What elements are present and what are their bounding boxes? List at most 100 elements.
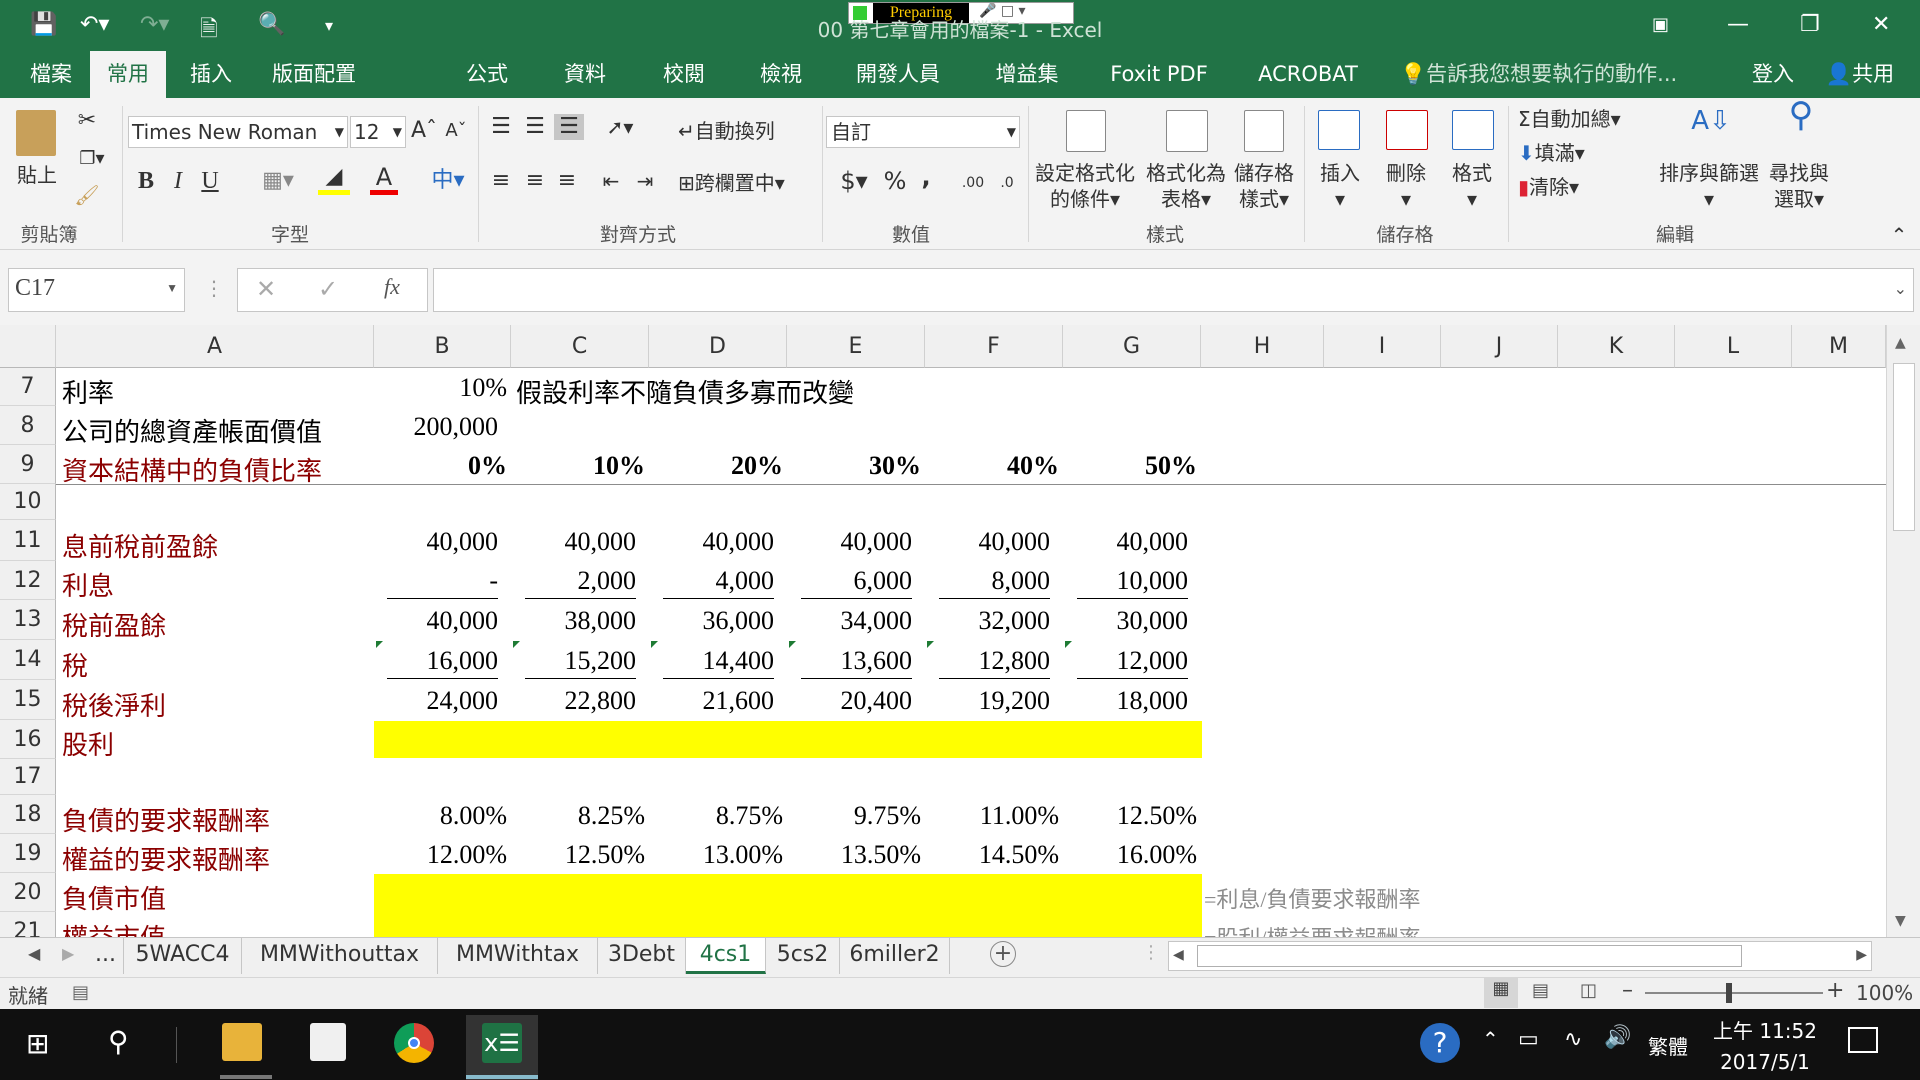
number-format-select[interactable]: 自訂 ▼ (826, 116, 1020, 148)
page-layout-view-icon[interactable]: ▤ (1532, 980, 1549, 1001)
column-header[interactable]: H (1201, 325, 1324, 368)
cut-icon[interactable]: ✂ (72, 108, 102, 134)
login-link[interactable]: 登入 (1748, 51, 1798, 98)
find-select-button[interactable]: 尋找與 選取▾ (1764, 160, 1834, 212)
cell-c18[interactable]: 8.25% (511, 801, 645, 831)
orientation-icon[interactable]: ➚▾ (600, 114, 640, 140)
ime-language[interactable]: 繁體 (1648, 1031, 1688, 1060)
format-cells-button[interactable]: 格式 ▾ (1444, 160, 1500, 212)
scroll-thumb[interactable] (1893, 363, 1915, 531)
row-header[interactable]: 7 (0, 368, 56, 406)
row-header[interactable]: 20 (0, 873, 56, 912)
grow-font-icon[interactable]: Aˆ (410, 118, 438, 144)
tab-foxit-pdf[interactable]: Foxit PDF (1106, 51, 1212, 98)
cell-b14[interactable]: 16,000 (374, 646, 499, 676)
row-header[interactable]: 8 (0, 406, 56, 445)
customize-qat-icon[interactable]: ▾ (325, 16, 333, 35)
cell-g14[interactable]: 12,000 (1063, 646, 1189, 676)
sheet-tab-more[interactable]: ... (88, 938, 124, 974)
tab-home[interactable]: 常用 (90, 51, 166, 98)
sheet-tab[interactable]: 3Debt (598, 938, 686, 974)
cell-d13[interactable]: 36,000 (649, 606, 775, 636)
row-header[interactable]: 21 (0, 912, 56, 937)
scroll-thumb[interactable] (1197, 945, 1742, 967)
cell-f12[interactable]: 8,000 (925, 566, 1051, 596)
phonetic-button[interactable]: 中▾ (428, 168, 468, 194)
percent-button[interactable]: % (880, 168, 910, 194)
cell-b15[interactable]: 24,000 (374, 686, 499, 716)
save-icon[interactable]: 💾 (30, 12, 57, 37)
cell-e13[interactable]: 34,000 (787, 606, 913, 636)
restore-icon[interactable]: ❐ (1800, 12, 1820, 37)
ribbon-display-icon[interactable]: ▣ (1652, 14, 1669, 35)
cell-c12[interactable]: 2,000 (511, 566, 637, 596)
cell-b8[interactable]: 200,000 (374, 412, 499, 442)
clear-button[interactable]: ▮清除▾ (1518, 174, 1638, 200)
cell-d18[interactable]: 8.75% (649, 801, 783, 831)
insert-function-button[interactable]: fx (384, 274, 400, 300)
border-icon[interactable]: ▦▾ (258, 168, 298, 194)
currency-button[interactable]: $▾ (834, 168, 874, 194)
column-header[interactable]: F (925, 325, 1063, 368)
merge-center-button[interactable]: ⊞跨欄置中▾ (678, 170, 816, 196)
cell-e11[interactable]: 40,000 (787, 527, 913, 557)
normal-view-icon[interactable]: ▦ (1484, 978, 1518, 1008)
cell-c19[interactable]: 12.50% (511, 840, 645, 870)
cell-b11[interactable]: 40,000 (374, 527, 499, 557)
tab-addins[interactable]: 增益集 (988, 51, 1066, 98)
row-header[interactable]: 15 (0, 680, 56, 720)
italic-button[interactable]: I (166, 168, 190, 194)
cell-g19[interactable]: 16.00% (1063, 840, 1197, 870)
tab-file[interactable]: 檔案 (14, 51, 88, 98)
column-header[interactable]: B (374, 325, 511, 368)
cell-d11[interactable]: 40,000 (649, 527, 775, 557)
sheet-tab[interactable]: 5cs2 (766, 938, 840, 974)
increase-decimal-button[interactable]: .00 (956, 170, 990, 196)
battery-icon[interactable]: ▭ (1518, 1027, 1539, 1052)
cell-b18[interactable]: 8.00% (374, 801, 507, 831)
next-sheet-icon[interactable]: ▶ (62, 944, 74, 963)
font-size-select[interactable]: 12 ▼ (350, 116, 406, 148)
increase-indent-icon[interactable]: ⇥ (632, 168, 658, 194)
tab-developer[interactable]: 開發人員 (846, 51, 950, 98)
scroll-right-icon[interactable]: ▶ (1856, 947, 1867, 963)
column-header[interactable]: K (1558, 325, 1675, 368)
sheet-tab-active[interactable]: 4cs1 (686, 938, 766, 974)
volume-icon[interactable]: 🔊 (1604, 1025, 1631, 1050)
bold-button[interactable]: B (134, 168, 158, 194)
row-header[interactable]: 18 (0, 795, 56, 834)
cell-e19[interactable]: 13.50% (787, 840, 921, 870)
row-header[interactable]: 14 (0, 640, 56, 680)
cell-b13[interactable]: 40,000 (374, 606, 499, 636)
row-header[interactable]: 12 (0, 561, 56, 600)
font-name-select[interactable]: Times New Roman ▼ (128, 116, 348, 148)
cell-c9[interactable]: 10% (511, 451, 645, 481)
tab-acrobat[interactable]: ACROBAT (1252, 51, 1364, 98)
chevron-up-icon[interactable]: ⌃ (1482, 1027, 1499, 1051)
column-header[interactable]: L (1675, 325, 1792, 368)
add-sheet-icon[interactable]: + (990, 941, 1016, 967)
cell-g15[interactable]: 18,000 (1063, 686, 1189, 716)
store-icon[interactable] (310, 1023, 346, 1061)
comma-button[interactable]: , (916, 164, 936, 190)
tab-review[interactable]: 校閱 (647, 51, 721, 98)
row-header[interactable]: 10 (0, 484, 56, 520)
zoom-level[interactable]: 100% (1856, 981, 1913, 1005)
sheet-tab[interactable]: MMWithouttax (242, 938, 438, 974)
decrease-indent-icon[interactable]: ⇤ (598, 168, 624, 194)
paste-icon[interactable] (16, 110, 56, 156)
zoom-in-icon[interactable]: + (1826, 978, 1844, 1003)
row-header[interactable]: 16 (0, 720, 56, 759)
cell-f11[interactable]: 40,000 (925, 527, 1051, 557)
cell-d9[interactable]: 20% (649, 451, 783, 481)
cell-c17[interactable] (511, 759, 649, 795)
column-header[interactable]: A (56, 325, 374, 368)
font-color-button[interactable]: A (370, 164, 398, 195)
tab-insert[interactable]: 插入 (170, 51, 252, 98)
scroll-down-icon[interactable]: ▼ (1895, 913, 1906, 929)
cell-a9[interactable]: 資本結構中的負債比率 (62, 451, 322, 488)
cell-f18[interactable]: 11.00% (925, 801, 1059, 831)
sort-filter-button[interactable]: 排序與篩選 ▾ (1654, 160, 1764, 212)
select-all-corner[interactable] (0, 325, 56, 368)
row-header[interactable]: 19 (0, 834, 56, 873)
